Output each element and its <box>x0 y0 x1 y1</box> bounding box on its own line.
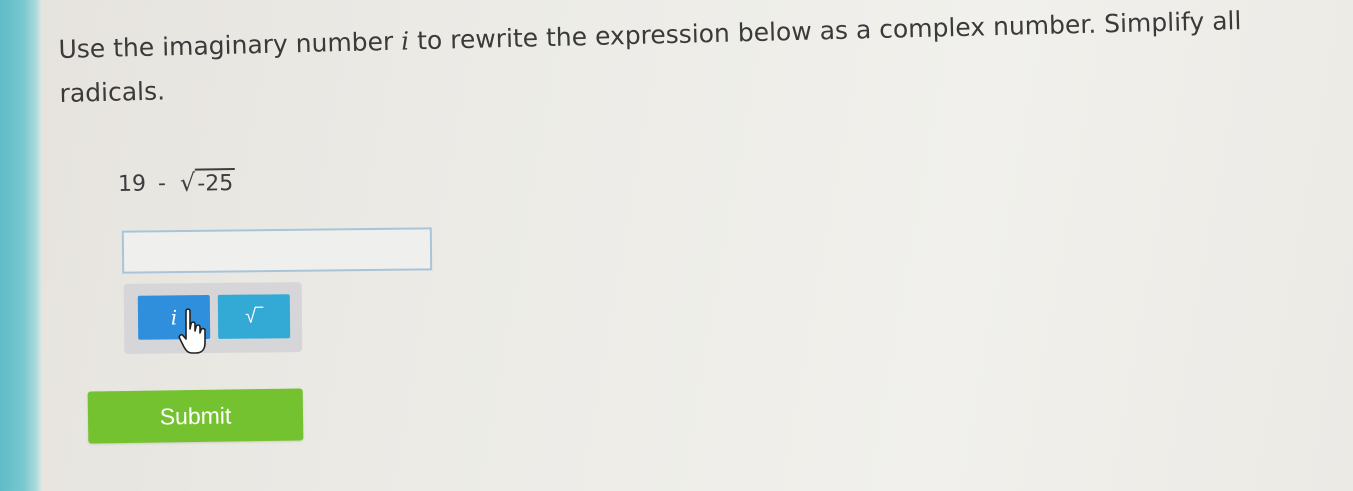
math-palette: i √‾ <box>123 282 303 354</box>
expression-number: 19 <box>117 171 147 197</box>
submit-button[interactable]: Submit <box>87 388 304 444</box>
question-text-before: Use the imaginary number <box>58 26 402 64</box>
radicand: -25 <box>195 167 236 197</box>
left-accent-stripe <box>0 0 42 491</box>
math-expression: 19 - √ -25 <box>118 167 236 199</box>
insert-sqrt-button[interactable]: √‾ <box>217 294 291 339</box>
expression-operator: - <box>157 170 167 196</box>
hand-cursor-icon <box>178 308 206 354</box>
answer-input[interactable] <box>121 227 433 274</box>
radical-sign-icon: √ <box>179 168 196 197</box>
square-root: √ -25 <box>180 167 236 198</box>
question-text: Use the imaginary number i to rewrite th… <box>58 0 1320 116</box>
